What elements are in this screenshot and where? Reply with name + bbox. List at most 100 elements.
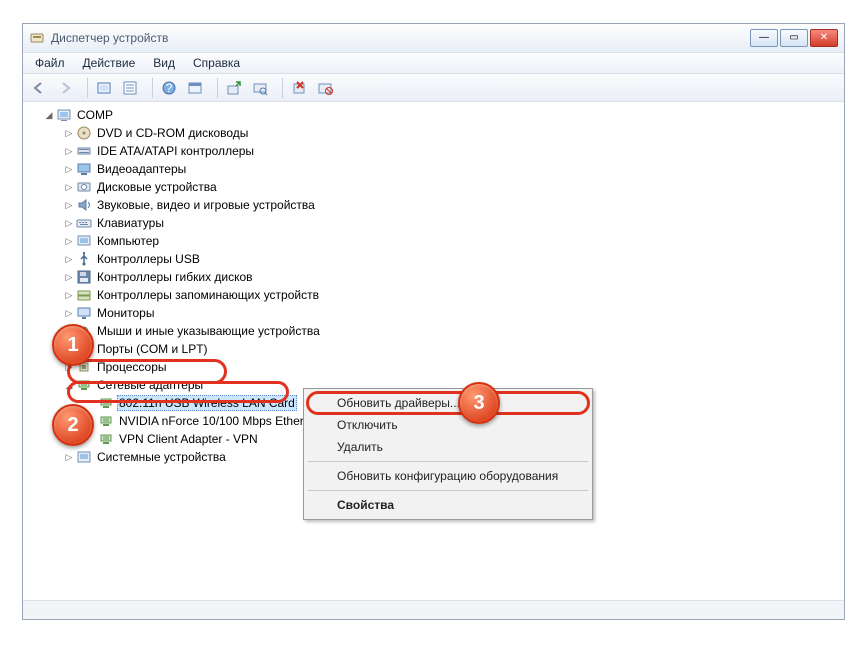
collapse-icon[interactable]: ◢ [43,110,55,121]
tree-root-label: COMP [75,108,115,122]
device-label: VPN Client Adapter - VPN [117,432,260,446]
device-icon [98,395,114,411]
category-label: Клавиатуры [95,216,166,230]
tree-category[interactable]: ▷Процессоры [25,358,842,376]
menu-help[interactable]: Справка [185,54,248,72]
category-icon [76,125,92,141]
tree-category[interactable]: ▷ Звуковые, видео и игровые устройства [25,196,842,214]
back-button[interactable] [27,76,51,100]
tree-category[interactable]: ▷ IDE ATA/ATAPI контроллеры [25,142,842,160]
category-label: Мыши и иные указывающие устройства [95,324,322,338]
expand-icon[interactable]: ▷ [63,308,75,319]
tree-category[interactable]: ▷Контроллеры гибких дисков [25,268,842,286]
category-icon [76,287,92,303]
tree-category[interactable]: ▷ Мониторы [25,304,842,322]
menu-file[interactable]: Файл [27,54,73,72]
disable-button[interactable] [313,76,337,100]
category-label: IDE ATA/ATAPI контроллеры [95,144,256,158]
view-button[interactable] [183,76,207,100]
category-icon [76,449,92,465]
maximize-icon: ▭ [789,33,798,43]
toolbar: ? [23,74,844,102]
menu-action[interactable]: Действие [75,54,144,72]
annotation-badge-1: 1 [52,324,94,366]
menu-view[interactable]: Вид [145,54,183,72]
category-icon [76,305,92,321]
update-driver-button[interactable] [222,76,246,100]
title-bar[interactable]: Диспетчер устройств — ▭ ✕ [23,24,844,52]
expand-icon[interactable]: ▷ [63,272,75,283]
window-title: Диспетчер устройств [51,31,750,45]
category-label: Мониторы [95,306,156,320]
scan-hardware-button[interactable] [248,76,272,100]
expand-icon[interactable]: ▷ [63,182,75,193]
separator [217,78,218,98]
close-icon: ✕ [820,33,828,43]
tree-category[interactable]: ▷ Контроллеры запоминающих устройств [25,286,842,304]
expand-icon[interactable]: ▷ [63,254,75,265]
ctx-rescan[interactable]: Обновить конфигурацию оборудования [307,465,589,487]
show-hidden-button[interactable] [92,76,116,100]
device-tree[interactable]: ◢ COMP ▷DVD и CD-ROM дисководы▷IDE ATA/A… [23,102,844,601]
expand-icon[interactable]: ▷ [63,164,75,175]
menu-bar: Файл Действие Вид Справка [23,52,844,74]
category-icon [76,377,92,393]
status-bar [23,601,844,619]
tree-category[interactable]: ▷Контроллеры USB [25,250,842,268]
category-label: Видеоадаптеры [95,162,188,176]
category-label: Порты (COM и LPT) [95,342,210,356]
separator [308,461,588,462]
tree-category[interactable]: ▷DVD и CD-ROM дисководы [25,124,842,142]
ctx-properties[interactable]: Свойства [307,494,589,516]
category-label: Компьютер [95,234,161,248]
expand-icon[interactable]: ▷ [63,128,75,139]
category-icon [76,143,92,159]
close-button[interactable]: ✕ [810,29,838,47]
category-icon [76,215,92,231]
device-icon [98,431,114,447]
tree-category[interactable]: ▷ Дисковые устройства [25,178,842,196]
minimize-button[interactable]: — [750,29,778,47]
ctx-remove[interactable]: Удалить [307,436,589,458]
tree-category[interactable]: ▷Мыши и иные указывающие устройства [25,322,842,340]
category-icon [76,179,92,195]
category-label: Дисковые устройства [95,180,219,194]
tree-root[interactable]: ◢ COMP [25,106,842,124]
separator [282,78,283,98]
category-icon [76,233,92,249]
context-menu: Обновить драйверы... Отключить Удалить О… [303,388,593,520]
uninstall-button[interactable] [287,76,311,100]
tree-category[interactable]: ▷ Видеоадаптеры [25,160,842,178]
forward-button[interactable] [53,76,77,100]
help-button[interactable]: ? [157,76,181,100]
expand-icon[interactable]: ▷ [63,146,75,157]
expand-icon[interactable]: ▷ [63,200,75,211]
category-label: Звуковые, видео и игровые устройства [95,198,317,212]
minimize-icon: — [759,33,769,43]
tree-category[interactable]: ▷Порты (COM и LPT) [25,340,842,358]
expand-icon[interactable]: ▷ [63,236,75,247]
properties-button[interactable] [118,76,142,100]
category-icon [76,197,92,213]
app-icon [29,30,45,46]
annotation-badge-3: 3 [458,382,500,424]
separator [87,78,88,98]
ctx-update-drivers[interactable]: Обновить драйверы... [306,391,590,415]
category-label: Сетевые адаптеры [95,378,205,392]
device-label: NVIDIA nForce 10/100 Mbps Ethernet [117,414,322,428]
separator [308,490,588,491]
expand-icon[interactable]: ▷ [63,218,75,229]
category-label: Процессоры [95,360,169,374]
computer-icon [56,107,72,123]
tree-category[interactable]: ▷ Компьютер [25,232,842,250]
expand-icon[interactable]: ◢ [63,380,75,391]
category-icon [76,161,92,177]
tree-category[interactable]: ▷ Клавиатуры [25,214,842,232]
ctx-disable[interactable]: Отключить [307,414,589,436]
expand-icon[interactable]: ▷ [63,290,75,301]
maximize-button[interactable]: ▭ [780,29,808,47]
expand-icon[interactable]: ▷ [63,452,75,463]
category-icon [76,251,92,267]
category-label: Контроллеры запоминающих устройств [95,288,321,302]
device-icon [98,413,114,429]
